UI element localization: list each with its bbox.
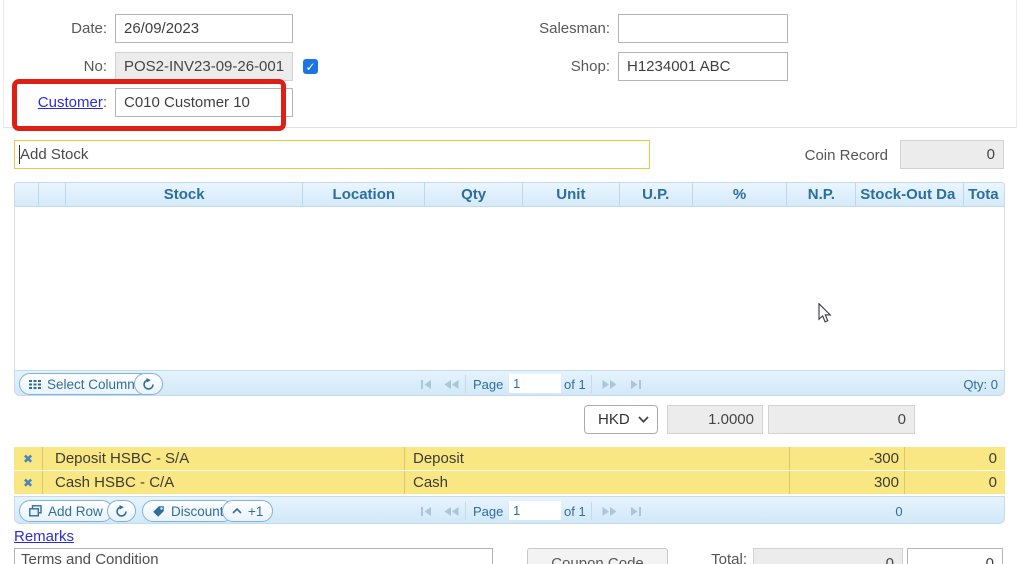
- exchange-rate-input: [667, 405, 763, 434]
- date-label: Date:: [20, 20, 107, 37]
- date-input[interactable]: [115, 14, 293, 43]
- coin-record-input: [900, 140, 1004, 169]
- salesman-label: Salesman:: [500, 20, 610, 37]
- column-header-blank1[interactable]: [15, 183, 39, 206]
- page-label: Page: [473, 504, 503, 519]
- payment-amount-cell[interactable]: -300: [790, 447, 905, 470]
- check-icon: ✓: [305, 60, 315, 74]
- invoice-no-input: [115, 52, 293, 81]
- refresh-payments-button[interactable]: [107, 500, 136, 522]
- first-page-icon[interactable]: [416, 375, 438, 393]
- next-page-icon[interactable]: [598, 375, 620, 393]
- total-label: Total:: [687, 551, 747, 564]
- stock-grid-header: Stock Location Qty Unit U.P. % N.P. Stoc…: [14, 182, 1005, 207]
- currency-amount-input: [768, 405, 915, 434]
- pos-invoice-page: Date: No: ✓ Customer: Salesman: Shop: Co…: [0, 0, 1019, 564]
- add-row-icon: [29, 505, 42, 517]
- column-header-percent[interactable]: %: [693, 183, 788, 206]
- terms-and-condition-textarea[interactable]: [14, 548, 493, 564]
- customer-input[interactable]: [115, 88, 293, 117]
- discount-label: Discount: [171, 504, 224, 519]
- plus-one-button[interactable]: +1: [222, 500, 273, 522]
- coin-record-label: Coin Record: [770, 147, 888, 164]
- add-row-label: Add Row: [48, 504, 103, 519]
- column-header-total[interactable]: Tota: [964, 183, 1004, 206]
- last-page-icon[interactable]: [623, 375, 645, 393]
- payment-pager: Add Row Discount +1 Page of 1 0: [14, 496, 1005, 524]
- last-page-icon[interactable]: [623, 502, 645, 520]
- column-header-np[interactable]: N.P.: [787, 183, 856, 206]
- payment-type-cell[interactable]: Deposit: [405, 447, 790, 470]
- column-header-up[interactable]: U.P.: [620, 183, 693, 206]
- payment-rows: ✖ Deposit HSBC - S/A Deposit -300 0 ✖ Ca…: [14, 447, 1005, 494]
- chevron-down-icon: [638, 416, 649, 423]
- page-of-text: of 1: [564, 377, 586, 392]
- payment-amount-cell[interactable]: 300: [790, 471, 905, 494]
- payment-amount2-cell[interactable]: 0: [905, 471, 1005, 494]
- shop-label: Shop:: [500, 58, 610, 75]
- qty-summary: Qty: 0: [963, 377, 998, 392]
- page-of-text: of 1: [564, 504, 586, 519]
- column-header-blank2[interactable]: [39, 183, 66, 206]
- salesman-input[interactable]: [618, 14, 788, 43]
- add-row-button[interactable]: Add Row: [19, 500, 113, 522]
- payment-row[interactable]: ✖ Cash HSBC - C/A Cash 300 0: [14, 471, 1005, 494]
- customer-label: Customer:: [20, 94, 107, 111]
- select-columns-label: Select Columns: [47, 377, 142, 392]
- prev-page-icon[interactable]: [440, 502, 462, 520]
- column-header-qty[interactable]: Qty: [425, 183, 523, 206]
- plus-one-label: +1: [248, 504, 263, 519]
- payment-type-cell[interactable]: Cash: [405, 471, 790, 494]
- payment-account-cell[interactable]: Cash HSBC - C/A: [43, 471, 405, 494]
- columns-grid-icon: [29, 380, 41, 389]
- column-header-stock[interactable]: Stock: [66, 183, 304, 206]
- remarks-link[interactable]: Remarks: [14, 528, 74, 545]
- refresh-icon: [142, 378, 155, 391]
- invoice-no-label: No:: [20, 58, 107, 75]
- auto-number-checkbox[interactable]: ✓: [303, 59, 318, 74]
- column-header-unit[interactable]: Unit: [523, 183, 620, 206]
- add-stock-input[interactable]: [14, 140, 650, 169]
- shop-input[interactable]: [618, 52, 788, 81]
- coupon-code-button[interactable]: Coupon Code: [527, 548, 668, 564]
- payment-account-cell[interactable]: Deposit HSBC - S/A: [43, 447, 405, 470]
- stock-grid-pager: Select Columns Page of 1 Qty: 0: [14, 370, 1005, 396]
- page-number-input[interactable]: [509, 374, 561, 393]
- discount-tag-icon: [152, 505, 165, 518]
- total-readonly-input: [753, 548, 903, 564]
- payment-row[interactable]: ✖ Deposit HSBC - S/A Deposit -300 0: [14, 447, 1005, 471]
- currency-select[interactable]: HKD: [584, 405, 658, 434]
- page-number-input[interactable]: [509, 501, 561, 520]
- discount-button[interactable]: Discount: [142, 500, 234, 522]
- next-page-icon[interactable]: [598, 502, 620, 520]
- delete-row-icon[interactable]: ✖: [14, 471, 43, 494]
- page-label: Page: [473, 377, 503, 392]
- first-page-icon[interactable]: [416, 502, 438, 520]
- text-caret: [19, 145, 20, 164]
- total-editable-input[interactable]: [907, 548, 1003, 564]
- currency-value: HKD: [598, 411, 630, 428]
- column-header-stock-out-date[interactable]: Stock-Out Da: [856, 183, 964, 206]
- customer-link[interactable]: Customer: [38, 94, 103, 111]
- select-columns-button[interactable]: Select Columns: [19, 373, 152, 395]
- refresh-grid-button[interactable]: [134, 373, 163, 395]
- refresh-icon: [115, 505, 128, 518]
- prev-page-icon[interactable]: [440, 375, 462, 393]
- chevron-up-icon: [232, 508, 242, 514]
- delete-row-icon[interactable]: ✖: [14, 447, 43, 470]
- column-header-location[interactable]: Location: [303, 183, 425, 206]
- stock-grid-body-empty: [14, 207, 1005, 370]
- payment-amount2-cell[interactable]: 0: [905, 447, 1005, 470]
- payment-sum-text: 0: [875, 504, 923, 519]
